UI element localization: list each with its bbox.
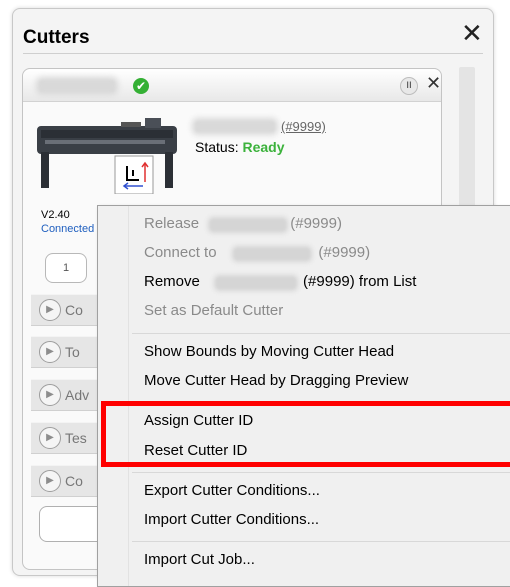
play-icon: ▶ — [39, 384, 61, 406]
menu-item-import-conditions[interactable]: Import Cutter Conditions... — [144, 511, 319, 528]
menu-separator — [132, 541, 510, 542]
menu-item-suffix: (#9999) — [318, 244, 371, 261]
connection-status[interactable]: Connected — [41, 223, 94, 235]
status-label: Status: — [195, 139, 239, 155]
cutter-name-redacted — [210, 219, 286, 231]
firmware-version: V2.40 — [41, 209, 70, 221]
check-icon: ✔ — [133, 78, 149, 94]
menu-separator — [132, 472, 510, 473]
section-label: Co — [65, 302, 83, 318]
menu-item-export-conditions[interactable]: Export Cutter Conditions... — [144, 482, 320, 499]
cutter-name-redacted — [234, 248, 310, 260]
pause-icon[interactable]: II — [400, 77, 418, 95]
context-menu: Release (#9999) Connect to (#9999) Remov… — [97, 205, 510, 587]
play-icon: ▶ — [39, 427, 61, 449]
cutter-id-link[interactable]: (#9999) — [281, 119, 326, 134]
card-header: ✔ II ✕ — [23, 69, 441, 102]
panel-divider — [23, 53, 483, 54]
menu-item-show-bounds[interactable]: Show Bounds by Moving Cutter Head — [144, 343, 394, 360]
menu-item-suffix: (#9999) from List — [303, 273, 417, 290]
section-label: Tes — [65, 430, 87, 446]
menu-separator — [132, 333, 510, 334]
menu-item-import-job[interactable]: Import Cut Job... — [144, 551, 255, 568]
status-row: Status: Ready — [195, 139, 285, 155]
panel-title: Cutters — [23, 27, 90, 48]
close-icon[interactable]: ✕ — [461, 21, 483, 47]
play-icon: ▶ — [39, 299, 61, 321]
menu-item-move-head[interactable]: Move Cutter Head by Dragging Preview — [144, 372, 408, 389]
status-value: Ready — [242, 139, 285, 155]
section-label: To — [65, 344, 80, 360]
play-icon: ▶ — [39, 470, 61, 492]
close-icon[interactable]: ✕ — [426, 73, 441, 94]
menu-item-set-default[interactable]: Set as Default Cutter — [144, 302, 283, 319]
cutter-model-redacted — [195, 121, 275, 132]
cutter-device-icon — [37, 118, 177, 194]
menu-gutter — [128, 206, 129, 586]
page-selector[interactable]: 1 — [45, 253, 87, 283]
play-icon: ▶ — [39, 341, 61, 363]
section-label: Adv — [65, 387, 90, 403]
section-label: Co — [65, 473, 83, 489]
menu-item-label: Release — [144, 215, 200, 232]
highlight-box — [101, 401, 510, 467]
menu-item-suffix: (#9999) — [290, 215, 342, 232]
menu-item-label: Remove — [144, 273, 200, 290]
cutter-name-redacted — [39, 80, 115, 92]
cutter-name-redacted — [216, 277, 296, 289]
menu-item-label: Connect to — [144, 244, 217, 261]
